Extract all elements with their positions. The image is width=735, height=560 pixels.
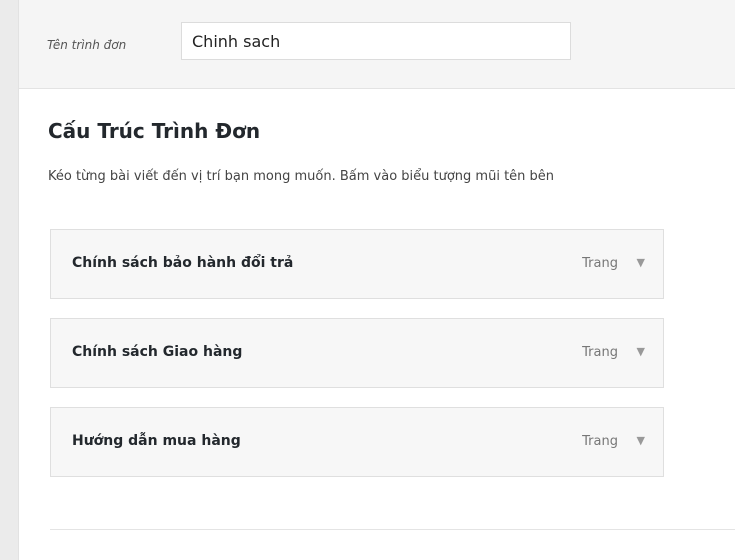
menu-header: Tên trình đơn xyxy=(19,0,735,89)
menu-item-title: Chính sách bảo hành đổi trả xyxy=(72,255,294,271)
chevron-down-icon[interactable]: ▼ xyxy=(637,345,645,358)
menu-item[interactable]: Chính sách Giao hàng Trang ▼ xyxy=(50,318,664,388)
menu-item-title: Chính sách Giao hàng xyxy=(72,344,243,360)
menu-structure-title: Cấu Trúc Trình Đơn xyxy=(48,119,261,143)
menu-edit-panel: Tên trình đơn Cấu Trúc Trình Đơn Kéo từn… xyxy=(18,0,735,560)
chevron-down-icon[interactable]: ▼ xyxy=(637,434,645,447)
admin-sidebar-edge xyxy=(0,0,18,560)
chevron-down-icon[interactable]: ▼ xyxy=(637,256,645,269)
menu-name-input[interactable] xyxy=(181,22,571,60)
menu-item[interactable]: Hướng dẫn mua hàng Trang ▼ xyxy=(50,407,664,477)
menu-item-type: Trang xyxy=(582,345,618,360)
menu-structure-description: Kéo từng bài viết đến vị trí bạn mong mu… xyxy=(48,169,555,184)
menu-item[interactable]: Chính sách bảo hành đổi trả Trang ▼ xyxy=(50,229,664,299)
menu-item-type: Trang xyxy=(582,434,618,449)
menu-name-label: Tên trình đơn xyxy=(47,38,127,52)
section-divider xyxy=(50,529,735,530)
menu-item-type: Trang xyxy=(582,256,618,271)
menu-item-title: Hướng dẫn mua hàng xyxy=(72,433,241,449)
